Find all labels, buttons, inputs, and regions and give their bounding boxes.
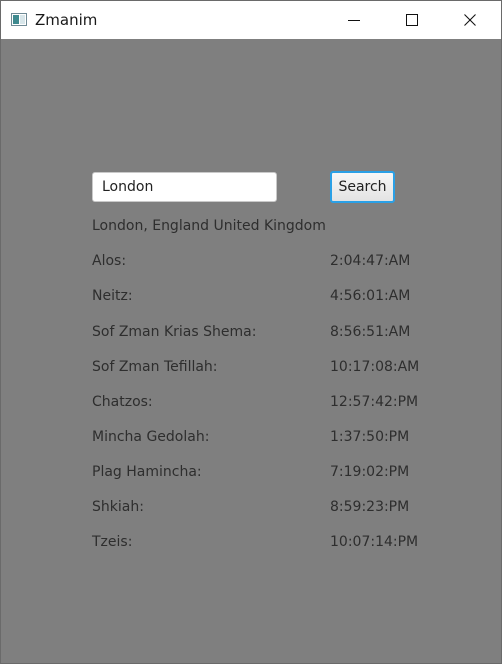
minimize-icon <box>348 20 360 21</box>
search-button[interactable]: Search <box>330 171 395 203</box>
close-icon <box>464 14 476 26</box>
zman-time: 4:56:01:AM <box>330 288 411 304</box>
zman-label: Chatzos: <box>92 394 153 410</box>
location-search-input[interactable] <box>92 172 277 202</box>
zman-label: Sof Zman Krias Shema: <box>92 324 257 340</box>
zman-time: 8:59:23:PM <box>330 499 410 515</box>
maximize-icon <box>406 14 418 26</box>
zman-time: 8:56:51:AM <box>330 324 411 340</box>
zman-label: Mincha Gedolah: <box>92 429 210 445</box>
zman-label: Shkiah: <box>92 499 144 515</box>
zman-label: Neitz: <box>92 288 133 304</box>
zman-time: 2:04:47:AM <box>330 253 411 269</box>
zman-label: Sof Zman Tefillah: <box>92 359 218 375</box>
location-label: London, England United Kingdom <box>92 218 326 234</box>
zman-time: 12:57:42:PM <box>330 394 419 410</box>
zman-time: 10:07:14:PM <box>330 534 419 550</box>
close-button[interactable] <box>447 1 493 39</box>
zman-label: Tzeis: <box>92 534 133 550</box>
app-window: Zmanim Search London, England United Kin… <box>0 0 502 664</box>
window-title: Zmanim <box>35 11 98 29</box>
java-app-icon <box>11 13 27 26</box>
maximize-button[interactable] <box>389 1 435 39</box>
zman-time: 7:19:02:PM <box>330 464 410 480</box>
zman-label: Alos: <box>92 253 127 269</box>
zman-time: 1:37:50:PM <box>330 429 410 445</box>
zman-time: 10:17:08:AM <box>330 359 420 375</box>
title-bar[interactable]: Zmanim <box>1 1 501 39</box>
zman-label: Plag Hamincha: <box>92 464 202 480</box>
minimize-button[interactable] <box>331 1 377 39</box>
